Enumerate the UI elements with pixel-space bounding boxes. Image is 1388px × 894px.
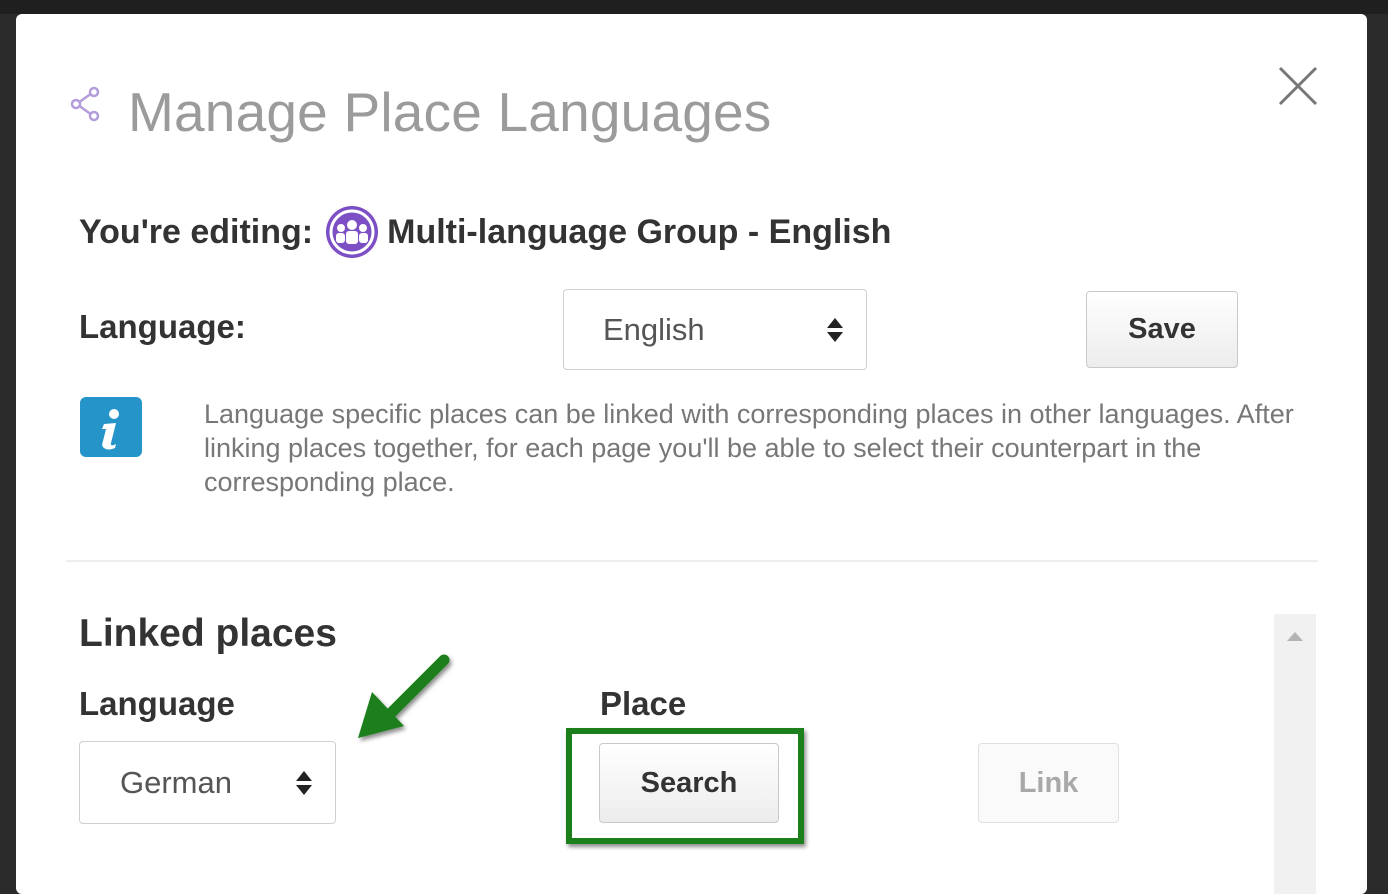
backdrop-top [0, 0, 1388, 14]
linked-language-value: German [120, 764, 232, 800]
dialog-title: Manage Place Languages [128, 81, 772, 143]
language-select-value: English [603, 311, 705, 347]
close-icon[interactable] [1274, 62, 1322, 110]
editing-prefix: You're editing: [79, 212, 314, 251]
annotation-arrow-icon [358, 654, 450, 738]
sort-caret-icon [296, 770, 312, 795]
language-select[interactable]: English [563, 289, 867, 370]
link-button[interactable]: Link [978, 743, 1119, 823]
language-column-label: Language [79, 685, 235, 722]
sort-caret-icon [827, 317, 843, 342]
linked-places-heading: Linked places [79, 612, 337, 655]
search-highlight-annotation [566, 728, 804, 844]
group-name: Multi-language Group - English [387, 212, 892, 251]
group-avatar-icon [326, 206, 379, 258]
scrollbar[interactable] [1274, 614, 1316, 894]
info-icon [80, 397, 142, 457]
language-label: Language: [79, 308, 246, 345]
manage-place-languages-dialog: Manage Place Languages You're editing: M… [16, 14, 1367, 894]
editing-info: You're editing: Multi-language Group - E… [79, 206, 892, 258]
save-button[interactable]: Save [1086, 291, 1238, 368]
share-icon [70, 86, 100, 122]
divider [66, 560, 1318, 562]
info-text: Language specific places can be linked w… [204, 399, 1294, 497]
linked-language-select[interactable]: German [79, 741, 336, 824]
place-column-label: Place [600, 685, 687, 722]
scroll-up-arrow-icon[interactable] [1286, 630, 1304, 642]
